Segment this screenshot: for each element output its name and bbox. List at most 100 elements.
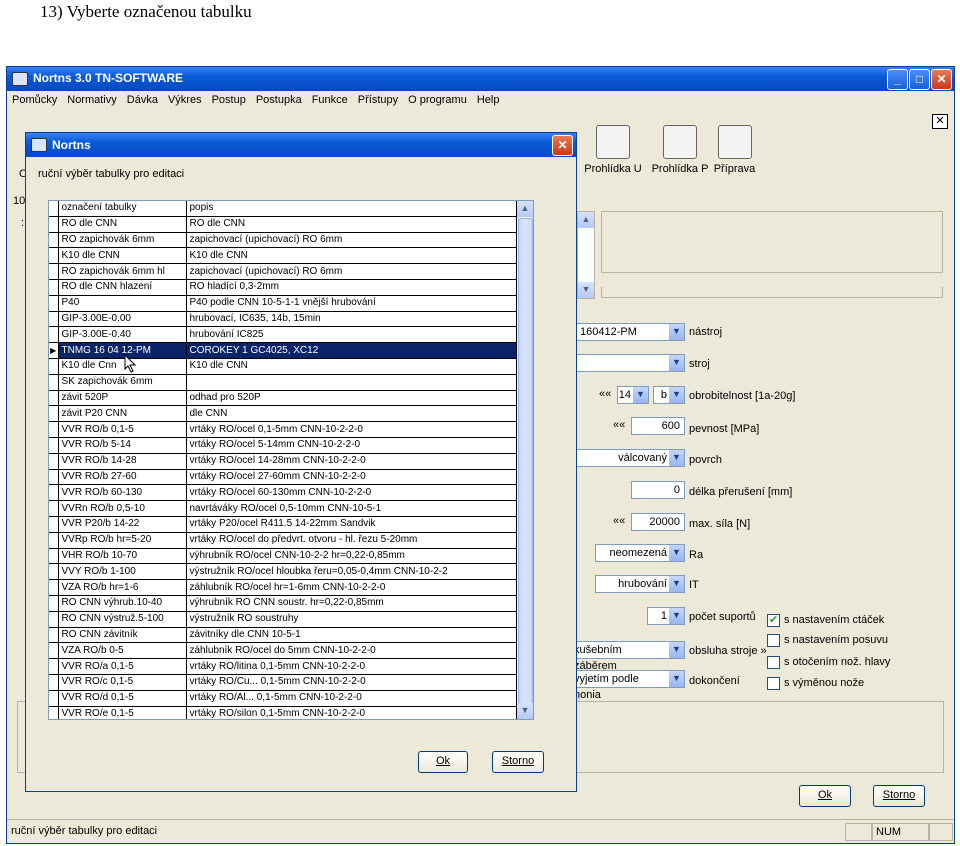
- main-title-bar[interactable]: Nortns 3.0 TN-SOFTWARE _ □ ✕: [7, 67, 954, 91]
- cell-popis[interactable]: navrtáváky RO/ocel 0,5-10mm CNN-10-5-1: [186, 500, 517, 517]
- table-row[interactable]: K10 dle Cnn K10 dle CNN: [49, 358, 517, 375]
- table-row[interactable]: RO CNN výstruž.5-100 výstružník RO soustr…: [49, 611, 517, 628]
- cell-oznaceni[interactable]: VVR P20/b 14-22: [58, 516, 187, 533]
- table-row[interactable]: závit P20 CNN dle CNN: [49, 405, 517, 423]
- it-select[interactable]: hrubování ▼: [595, 575, 685, 593]
- close-button[interactable]: ✕: [931, 69, 952, 90]
- table-row[interactable]: VVR RO/b 0,1-5 vrtáky RO/ocel 0,1-5mm CNN…: [49, 421, 517, 438]
- pevnost-arrows[interactable]: ««: [613, 419, 625, 431]
- table-row[interactable]: VVR RO/b 5-14 vrtáky RO/ocel 5-14mm CNN-1…: [49, 437, 517, 454]
- cell-popis[interactable]: vrtáky RO/Cu... 0,1-5mm CNN-10-2-2-0: [186, 674, 517, 691]
- table-row[interactable]: VZA RO/b 0-5 záhlubník RO/ocel do 5mm CNN…: [49, 642, 517, 660]
- menu-item[interactable]: Funkce: [307, 91, 353, 109]
- cell-oznaceni[interactable]: RO zapichovák 6mm hl: [58, 263, 187, 280]
- table-row[interactable]: VVR RO/b 14-28 vrtáky RO/ocel 14-28mm CNN…: [49, 453, 517, 470]
- table-row[interactable]: RO zapichovák 6mm zapichovací (upichovací…: [49, 232, 517, 249]
- checkbox-otoceni-hlavy[interactable]: [767, 656, 780, 669]
- cell-oznaceni[interactable]: VZA RO/b 0-5: [58, 642, 187, 660]
- cell-popis[interactable]: závitníky dle CNN 10-5-1: [186, 627, 517, 644]
- scroll-down-icon[interactable]: ▼: [517, 703, 533, 719]
- cell-popis[interactable]: K10 dle CNN: [186, 358, 517, 375]
- povrch-select[interactable]: válcovaný ▼: [575, 449, 685, 467]
- cell-popis[interactable]: vrtáky P20/ocel R411.5 14-22mm Sandvik: [186, 516, 517, 533]
- scroll-down-icon[interactable]: ▼: [578, 282, 594, 298]
- dialog-close-button[interactable]: ✕: [552, 135, 573, 156]
- cell-oznaceni[interactable]: K10 dle Cnn: [58, 358, 187, 375]
- table-row[interactable]: závit 520P odhad pro 520P: [49, 390, 517, 407]
- cell-popis[interactable]: [186, 374, 517, 391]
- table-row[interactable]: ▶ TNMG 16 04 12-PM COROKEY 1 GC4025, XC12: [49, 342, 517, 359]
- sila-field[interactable]: 20000: [631, 513, 685, 531]
- cell-popis[interactable]: P40 podle CNN 10-5-1-1 vnější hrubování: [186, 295, 517, 312]
- table-row[interactable]: RO dle CNN hlazení RO hladící 0,3-2mm: [49, 279, 517, 296]
- cell-oznaceni[interactable]: VVY RO/b 1-100: [58, 563, 187, 581]
- sila-arrows[interactable]: ««: [613, 515, 625, 527]
- cell-oznaceni[interactable]: VZA RO/b hr=1-6: [58, 579, 187, 596]
- table-row[interactable]: VHR RO/b 10-70 výhrubník RO/ocel CNN-10-2…: [49, 548, 517, 565]
- cell-oznaceni[interactable]: RO zapichovák 6mm: [58, 232, 187, 249]
- table-row[interactable]: VVR RO/e 0,1-5 vrtáky RO/silon 0,1-5mm CN…: [49, 706, 517, 719]
- scroll-thumb[interactable]: [518, 218, 533, 704]
- cell-oznaceni[interactable]: GIP-3.00E-0.00: [58, 311, 187, 328]
- minimize-button[interactable]: _: [887, 69, 908, 90]
- cell-popis[interactable]: RO dle CNN: [186, 216, 517, 233]
- obrob-number-select[interactable]: 14 ▼: [617, 386, 649, 404]
- table-row[interactable]: VVR P20/b 14-22 vrtáky P20/ocel R411.5 14…: [49, 516, 517, 533]
- storno-button[interactable]: Storno: [873, 785, 925, 807]
- cell-popis[interactable]: hrubovací, IC635, 14b, 15min: [186, 311, 517, 328]
- toolbar-priprava[interactable]: Příprava: [707, 125, 762, 175]
- table-row[interactable]: GIP-3.00E-0.00 hrubovací, IC635, 14b, 15m…: [49, 311, 517, 328]
- table-row[interactable]: VVR RO/a 0,1-5 vrtáky RO/litina 0,1-5mm C…: [49, 658, 517, 675]
- cell-popis[interactable]: záhlubník RO/ocel hr=1-6mm CNN-10-2-2-0: [186, 579, 517, 596]
- table-row[interactable]: RO CNN závitník závitníky dle CNN 10-5-1: [49, 627, 517, 644]
- cell-popis[interactable]: vrtáky RO/litina 0,1-5mm CNN-10-2-2-0: [186, 658, 517, 675]
- table-row[interactable]: VVR RO/b 60-130 vrtáky RO/ocel 60-130mm C…: [49, 484, 517, 502]
- cell-popis[interactable]: vrtáky RO/ocel do předvrt. otvoru - hl. …: [186, 532, 517, 549]
- table-row[interactable]: VVR RO/b 27-60 vrtáky RO/ocel 27-60mm CNN…: [49, 469, 517, 486]
- cell-popis[interactable]: záhlubník RO/ocel do 5mm CNN-10-2-2-0: [186, 642, 517, 660]
- table-row[interactable]: K10 dle CNN K10 dle CNN: [49, 247, 517, 265]
- menu-item[interactable]: O programu: [403, 91, 472, 109]
- cell-popis[interactable]: vrtáky RO/Al... 0,1-5mm CNN-10-2-2-0: [186, 690, 517, 707]
- cell-popis[interactable]: výhrubník RO CNN soustr. hr=0,22-0,85mm: [186, 595, 517, 612]
- table-row[interactable]: VVR RO/c 0,1-5 vrtáky RO/Cu... 0,1-5mm CN…: [49, 674, 517, 691]
- cell-oznaceni[interactable]: závit 520P: [58, 390, 187, 407]
- stroj-select[interactable]: ▼: [575, 354, 685, 372]
- dialog-storno-button[interactable]: Storno: [492, 751, 544, 773]
- scroll-up-icon[interactable]: ▲: [517, 201, 533, 217]
- cell-oznaceni[interactable]: P40: [58, 295, 187, 312]
- cell-oznaceni[interactable]: VVR RO/b 60-130: [58, 484, 187, 502]
- toolbar-prohlidka-u[interactable]: Prohlídka U: [583, 125, 643, 175]
- cell-popis[interactable]: K10 dle CNN: [186, 247, 517, 265]
- cell-oznaceni[interactable]: závit P20 CNN: [58, 405, 187, 423]
- maximize-button[interactable]: □: [909, 69, 930, 90]
- cell-oznaceni[interactable]: VVR RO/e 0,1-5: [58, 706, 187, 719]
- cell-oznaceni[interactable]: RO CNN závitník: [58, 627, 187, 644]
- cell-oznaceni[interactable]: SK zapichovák 6mm: [58, 374, 187, 391]
- cell-oznaceni[interactable]: RO CNN výstruž.5-100: [58, 611, 187, 628]
- cell-popis[interactable]: výstružník RO/ocel hloubka řeru=0,05-0,4…: [186, 563, 517, 581]
- cell-oznaceni[interactable]: VVR RO/b 0,1-5: [58, 421, 187, 438]
- table-row[interactable]: VVY RO/b 1-100 výstružník RO/ocel hloubka…: [49, 563, 517, 581]
- checkbox-nastaveni-posuvu[interactable]: [767, 634, 780, 647]
- table-row[interactable]: RO CNN výhrub.10-40 výhrubník RO CNN sous…: [49, 595, 517, 612]
- scroll-up-icon[interactable]: ▲: [578, 212, 594, 228]
- menu-item[interactable]: Postup: [207, 91, 251, 109]
- obsluha-select[interactable]: kušebním záběrem ▼: [573, 641, 685, 672]
- cell-oznaceni[interactable]: TNMG 16 04 12-PM: [58, 342, 187, 359]
- cell-popis[interactable]: COROKEY 1 GC4025, XC12: [186, 342, 517, 359]
- table-row[interactable]: VZA RO/b hr=1-6 záhlubník RO/ocel hr=1-6m…: [49, 579, 517, 596]
- column-header[interactable]: označení tabulky: [58, 201, 187, 217]
- menu-item[interactable]: Postupka: [251, 91, 307, 109]
- suporty-select[interactable]: 1 ▼: [647, 607, 685, 625]
- dialog-ok-button[interactable]: Ok: [418, 751, 468, 773]
- toolbar-prohlidka-p[interactable]: Prohlídka P: [645, 125, 715, 175]
- cell-popis[interactable]: výstružník RO soustruhy: [186, 611, 517, 628]
- table-row[interactable]: RO zapichovák 6mm hl zapichovací (upichov…: [49, 263, 517, 280]
- cell-popis[interactable]: vrtáky RO/ocel 60-130mm CNN-10-2-2-0: [186, 484, 517, 502]
- cell-popis[interactable]: dle CNN: [186, 405, 517, 423]
- cell-oznaceni[interactable]: VVR RO/b 14-28: [58, 453, 187, 470]
- table-row[interactable]: VVR RO/d 0,1-5 vrtáky RO/Al... 0,1-5mm CN…: [49, 690, 517, 707]
- cell-oznaceni[interactable]: GIP-3.00E-0.40: [58, 326, 187, 344]
- cell-oznaceni[interactable]: VVR RO/c 0,1-5: [58, 674, 187, 691]
